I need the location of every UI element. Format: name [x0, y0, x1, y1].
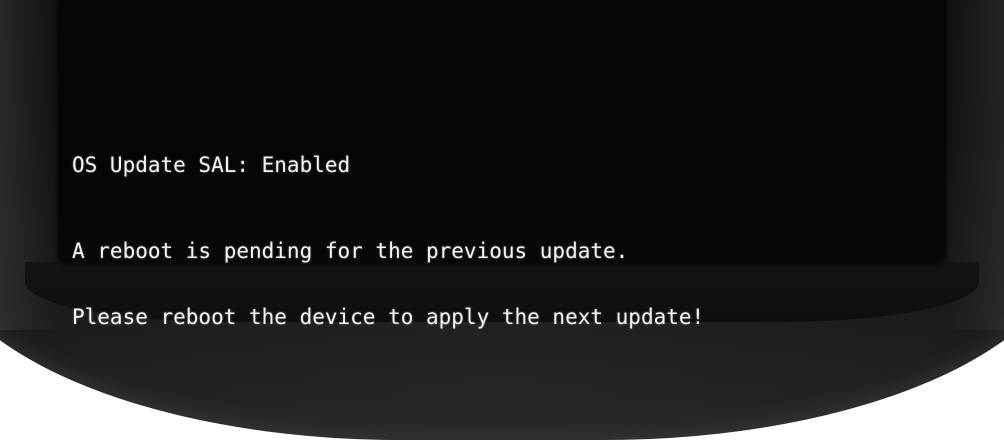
reboot-pending-message: A reboot is pending for the previous upd… [72, 239, 629, 263]
reboot-instruction-message: Please reboot the device to apply the ne… [72, 305, 705, 329]
console-output: OS Update SAL: Enabled A reboot is pendi… [72, 110, 704, 372]
device-photo: OS Update SAL: Enabled A reboot is pendi… [0, 0, 1004, 440]
update-status-line: OS Update SAL: Enabled [72, 153, 351, 177]
